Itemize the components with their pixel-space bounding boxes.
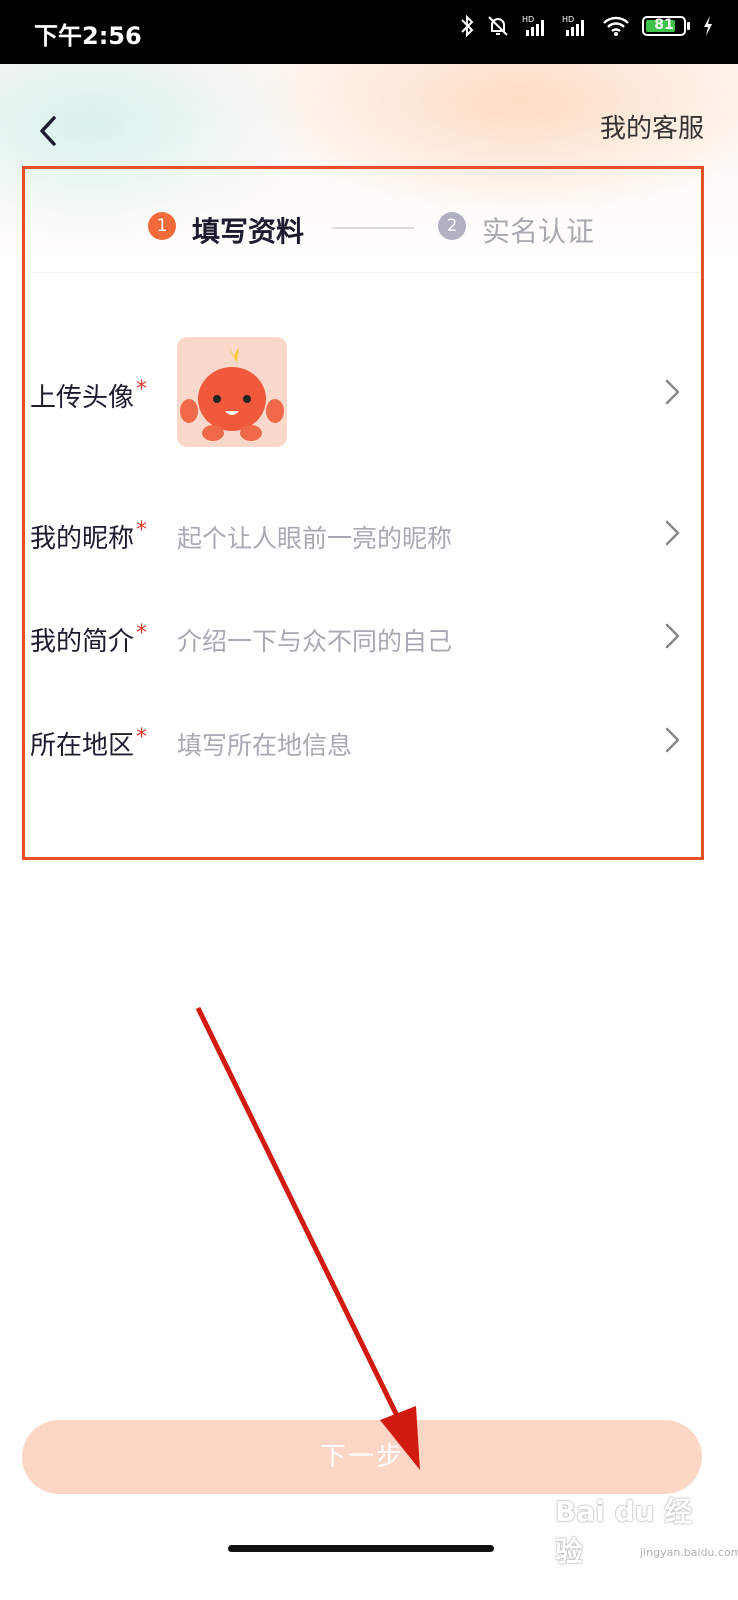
chevron-left-icon [40,116,56,146]
wifi-icon [603,16,629,36]
back-button[interactable] [30,110,70,154]
svg-text:HD: HD [522,15,534,24]
charging-icon [704,16,712,36]
watermark-url: jingyan.baidu.com [640,1546,738,1559]
alarm-off-icon [488,16,508,36]
status-time: 下午2:56 [34,22,142,50]
status-bar: 下午2:56 HD HD 81 [0,0,738,64]
battery-level: 81 [654,17,674,33]
signal-hd-icon: HD [522,15,544,36]
svg-text:HD: HD [562,15,574,24]
signal-hd-icon: HD [562,15,584,36]
highlight-frame [22,166,704,860]
baidu-watermark: Bai du 经验 [555,1490,705,1568]
status-icons: HD HD 81 [460,14,714,38]
customer-service-link[interactable]: 我的客服 [600,108,704,145]
next-step-button[interactable]: 下一步 [22,1420,702,1494]
bluetooth-icon [461,14,474,38]
home-indicator[interactable] [228,1545,494,1552]
battery-icon: 81 [642,16,690,36]
